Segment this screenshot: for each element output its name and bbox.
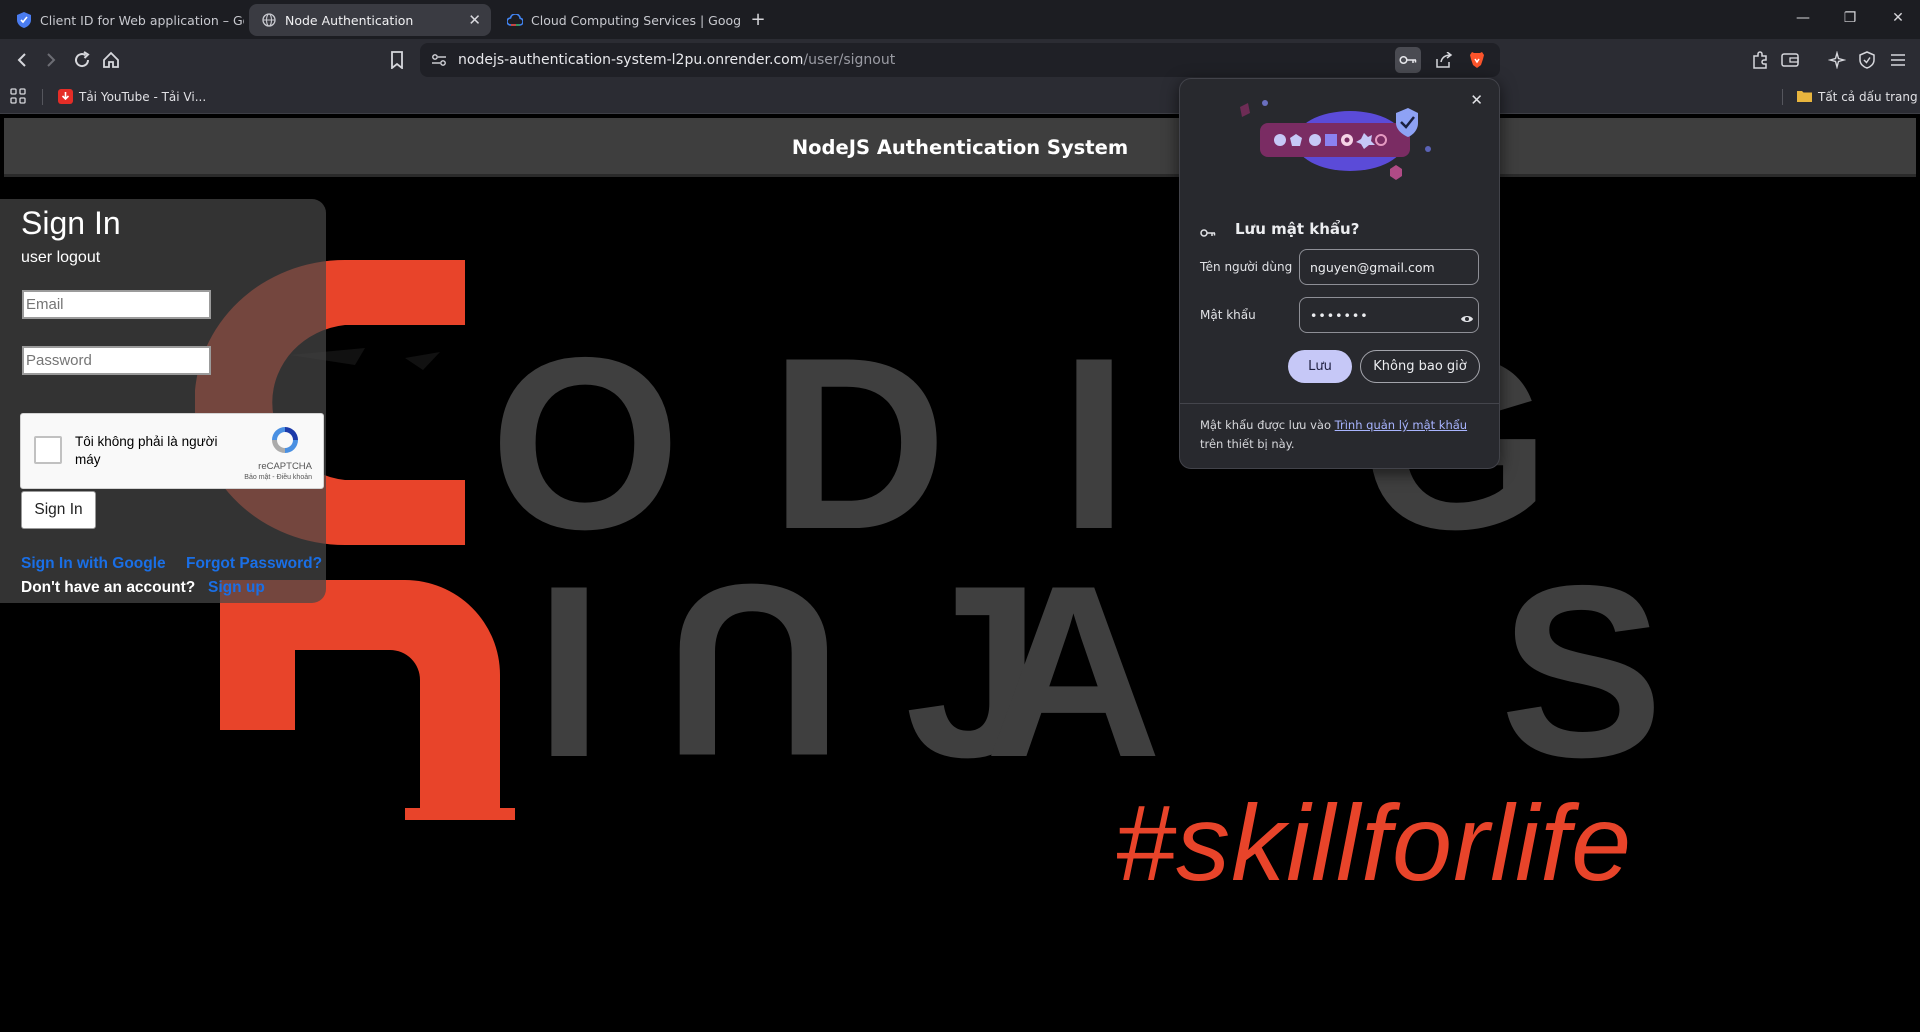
home-icon[interactable] — [100, 49, 122, 71]
leo-ai-icon[interactable] — [1826, 49, 1848, 71]
tab-title: Cloud Computing Services | Google C — [531, 12, 740, 28]
site-header: NodeJS Authentication System — [4, 118, 1916, 177]
tab-bar: Client ID for Web application – Goog Nod… — [0, 0, 1920, 39]
save-password-button[interactable]: Lưu — [1288, 350, 1352, 383]
show-password-eye-icon[interactable] — [1460, 309, 1474, 328]
bookmark-tai-youtube[interactable]: Tải YouTube - Tải Vi... — [58, 89, 206, 104]
globe-icon — [261, 12, 277, 28]
bookmarks-bar: Tải YouTube - Tải Vi... Tất cả dấu trang — [0, 81, 1920, 114]
minimize-button[interactable]: — — [1793, 10, 1813, 30]
save-password-popup: ✕ Lưu mật khẩu? Tên người dùng nguyen@gm… — [1179, 78, 1500, 469]
signin-status: user logout — [21, 249, 101, 266]
password-key-icon[interactable] — [1395, 47, 1421, 73]
close-window-button[interactable]: ✕ — [1888, 10, 1908, 30]
background-letter-s: S — [1500, 534, 1664, 808]
navigation-toolbar: nodejs-authentication-system-l2pu.onrend… — [0, 39, 1920, 81]
brave-shields-icon[interactable] — [1466, 49, 1488, 71]
new-tab-button[interactable]: + — [748, 9, 768, 30]
extensions-icon[interactable] — [1749, 49, 1771, 71]
recaptcha-brand: reCAPTCHA — [258, 461, 312, 472]
popup-title: Lưu mật khẩu? — [1235, 220, 1360, 238]
tab-close-icon[interactable]: ✕ — [468, 11, 481, 29]
menu-icon[interactable] — [1887, 49, 1909, 71]
username-field[interactable]: nguyen@gmail.com — [1299, 249, 1479, 285]
download-icon — [58, 89, 73, 104]
background-letter-a: A — [985, 534, 1162, 808]
url-path: /user/signout — [803, 52, 896, 68]
recaptcha-widget[interactable]: Tôi không phải là người máy reCAPTCHA Bả… — [20, 413, 324, 489]
password-label: Mật khẩu — [1200, 308, 1256, 322]
address-bar[interactable]: nodejs-authentication-system-l2pu.onrend… — [420, 43, 1500, 77]
popup-divider — [1180, 403, 1499, 404]
tab-title: Node Authentication — [285, 12, 414, 28]
page-content: O D I G I U J A S #skillforlife NodeJS A… — [0, 115, 1920, 1032]
tab-client-id[interactable]: Client ID for Web application – Goog — [4, 4, 244, 36]
bookmark-label: Tải YouTube - Tải Vi... — [79, 89, 207, 104]
no-account-text: Don't have an account? — [21, 579, 196, 596]
wallet-icon[interactable] — [1779, 49, 1801, 71]
signup-link[interactable]: Sign up — [208, 579, 265, 597]
site-title: NodeJS Authentication System — [791, 136, 1129, 159]
popup-close-icon[interactable]: ✕ — [1470, 91, 1483, 109]
folder-icon — [1797, 89, 1812, 105]
password-illustration-icon — [1240, 100, 1431, 180]
recaptcha-logo-icon — [269, 424, 301, 460]
never-save-button[interactable]: Không bao giờ — [1360, 350, 1480, 383]
footer-text-end: trên thiết bị này. — [1200, 437, 1295, 451]
recaptcha-checkbox[interactable] — [34, 436, 62, 464]
recaptcha-terms-link[interactable]: Bảo mật - Điều khoản — [244, 474, 312, 481]
shield-icon — [16, 12, 32, 28]
bookmarks-divider — [1782, 89, 1783, 105]
signin-button[interactable]: Sign In — [21, 491, 96, 529]
background-letter-n: U — [665, 534, 842, 808]
footer-text: Mật khẩu được lưu vào — [1200, 418, 1335, 432]
share-icon[interactable] — [1433, 49, 1455, 71]
all-bookmarks-folder[interactable]: Tất cả dấu trang — [1797, 89, 1918, 105]
apps-grid-icon[interactable] — [10, 88, 26, 104]
bookmarks-divider — [42, 89, 43, 105]
tab-title: Client ID for Web application – Goog — [40, 12, 244, 28]
tagline: #skillforlife — [1115, 782, 1633, 903]
signin-title: Sign In — [21, 205, 121, 241]
tab-node-authentication[interactable]: Node Authentication ✕ — [249, 4, 491, 36]
password-input[interactable] — [22, 346, 211, 375]
coding-ninjas-n-logo — [220, 580, 515, 820]
password-manager-link[interactable]: Trình quản lý mật khẩu — [1335, 418, 1467, 432]
google-signin-link[interactable]: Sign In with Google — [21, 555, 166, 573]
username-label: Tên người dùng — [1200, 260, 1293, 274]
vpn-shield-icon[interactable] — [1856, 49, 1878, 71]
password-field[interactable]: ••••••• — [1299, 297, 1479, 333]
url-text[interactable]: nodejs-authentication-system-l2pu.onrend… — [458, 52, 895, 68]
reload-icon[interactable] — [71, 49, 93, 71]
signin-card: Sign In user logout Tôi không phải là ng… — [0, 199, 326, 603]
url-host: nodejs-authentication-system-l2pu.onrend… — [458, 52, 804, 68]
bookmark-icon[interactable] — [386, 49, 408, 71]
site-settings-icon[interactable] — [428, 49, 450, 71]
back-icon[interactable] — [11, 49, 33, 71]
google-cloud-icon — [507, 12, 523, 28]
background-letter-i2: I — [535, 534, 604, 808]
key-icon — [1200, 223, 1216, 242]
email-input[interactable] — [22, 290, 211, 319]
tab-cloud-computing[interactable]: Cloud Computing Services | Google C — [495, 4, 740, 36]
popup-footer: Mật khẩu được lưu vào Trình quản lý mật … — [1200, 416, 1490, 454]
recaptcha-label: Tôi không phải là người máy — [75, 434, 218, 467]
restore-button[interactable]: ❐ — [1840, 10, 1860, 30]
forgot-password-link[interactable]: Forgot Password? — [186, 555, 322, 573]
forward-icon[interactable] — [40, 49, 62, 71]
all-bookmarks-label: Tất cả dấu trang — [1818, 90, 1918, 104]
